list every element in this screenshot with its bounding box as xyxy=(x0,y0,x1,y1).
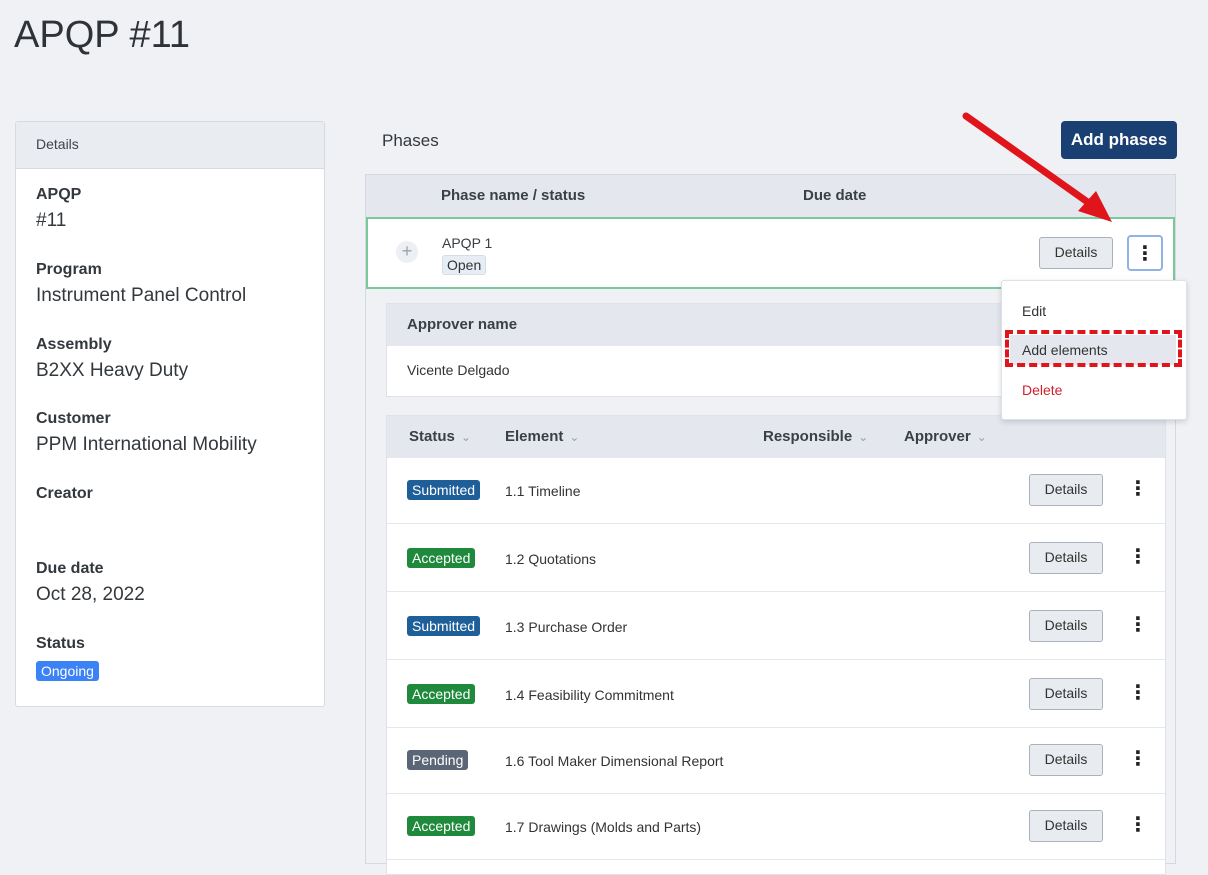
menu-item-edit[interactable]: Edit xyxy=(1002,296,1186,326)
chevron-down-icon: ⌄ xyxy=(858,430,869,444)
field-value: B2XX Heavy Duty xyxy=(36,360,189,381)
column-approver[interactable]: Approver ⌄ xyxy=(904,428,987,445)
field-label: Status xyxy=(36,635,85,652)
field-due-date: Due date Oct 28, 2022 xyxy=(36,560,145,606)
field-value: #11 xyxy=(36,210,67,231)
field-label: Due date xyxy=(36,560,104,577)
phase-details-button[interactable]: Details xyxy=(1039,237,1113,269)
more-options-icon[interactable]: ⋮ xyxy=(1120,540,1156,576)
status-badge: Accepted xyxy=(407,548,476,568)
phase-more-options-icon[interactable]: ⋮ xyxy=(1127,235,1163,271)
chevron-down-icon: ⌄ xyxy=(460,430,471,444)
status-badge: Ongoing xyxy=(36,661,99,681)
status-badge: Accepted xyxy=(407,816,476,836)
element-name: 1.4 Feasibility Commitment xyxy=(505,687,674,703)
element-name: 1.2 Quotations xyxy=(505,551,597,567)
more-options-icon[interactable]: ⋮ xyxy=(1120,808,1156,844)
field-value: Oct 28, 2022 xyxy=(36,584,145,605)
element-name: 1.1 Timeline xyxy=(505,483,581,499)
menu-item-delete[interactable]: Delete xyxy=(1002,375,1186,405)
phases-panel: Phase name / status Due date + APQP 1 Op… xyxy=(365,174,1176,875)
element-details-button[interactable]: Details xyxy=(1029,610,1103,642)
field-value: PPM International Mobility xyxy=(36,434,257,455)
add-phases-button[interactable]: Add phases xyxy=(1061,121,1177,159)
column-responsible[interactable]: Responsible ⌄ xyxy=(763,428,868,445)
chevron-down-icon: ⌄ xyxy=(569,430,580,444)
field-customer: Customer PPM International Mobility xyxy=(36,410,257,456)
element-details-button[interactable]: Details xyxy=(1029,542,1103,574)
column-phase-name-status: Phase name / status xyxy=(441,187,586,204)
element-name: 1.7 Drawings (Molds and Parts) xyxy=(505,819,702,835)
field-label: APQP xyxy=(36,186,82,203)
status-badge: Submitted xyxy=(407,480,481,500)
status-badge: Accepted xyxy=(407,684,476,704)
element-details-button[interactable]: Details xyxy=(1029,474,1103,506)
field-apqp: APQP #11 xyxy=(36,186,81,232)
status-badge: Pending xyxy=(407,750,469,770)
field-label: Program xyxy=(36,261,102,278)
column-element[interactable]: Element ⌄ xyxy=(505,428,579,445)
field-label: Creator xyxy=(36,485,93,502)
element-name: 1.3 Purchase Order xyxy=(505,619,628,635)
table-row: Submitted 1.3 Purchase Order Details ⋮ xyxy=(387,594,1165,660)
expand-plus-icon[interactable]: + xyxy=(396,241,418,263)
element-details-button[interactable]: Details xyxy=(1029,810,1103,842)
field-creator: Creator xyxy=(36,485,93,509)
page-title: APQP #11 xyxy=(14,14,191,56)
table-row: Submitted 1.1 Timeline Details ⋮ xyxy=(387,458,1165,524)
field-value: Instrument Panel Control xyxy=(36,285,247,306)
table-row: Pending 1.6 Tool Maker Dimensional Repor… xyxy=(387,728,1165,794)
field-label: Assembly xyxy=(36,336,112,353)
more-options-icon[interactable]: ⋮ xyxy=(1120,742,1156,778)
field-label: Customer xyxy=(36,410,111,427)
phase-status-badge: Open xyxy=(442,255,487,275)
details-card-header: Details xyxy=(16,122,324,169)
details-card: Details APQP #11 Program Instrument Pane… xyxy=(15,121,325,707)
field-status: Status Ongoing xyxy=(36,635,99,681)
column-status[interactable]: Status ⌄ xyxy=(409,428,471,445)
chevron-down-icon: ⌄ xyxy=(976,430,987,444)
element-details-button[interactable]: Details xyxy=(1029,744,1103,776)
table-row: Accepted 1.2 Quotations Details ⋮ xyxy=(387,526,1165,592)
phase-actions-menu: Edit Add elements Delete xyxy=(1001,280,1187,420)
phases-table-header: Phase name / status Due date xyxy=(366,175,1175,218)
elements-table: Status ⌄ Element ⌄ Responsible ⌄ Approver ⌄ … xyxy=(386,415,1166,875)
table-row: Accepted 1.7 Drawings (Molds and Parts) … xyxy=(387,794,1165,860)
phase-row[interactable]: + APQP 1 Open Details ⋮ xyxy=(366,217,1175,289)
element-details-button[interactable]: Details xyxy=(1029,678,1103,710)
field-program: Program Instrument Panel Control xyxy=(36,261,246,307)
table-row: Accepted 1.4 Feasibility Commitment Deta… xyxy=(387,662,1165,728)
element-name: 1.6 Tool Maker Dimensional Report xyxy=(505,753,724,769)
menu-item-add-elements[interactable]: Add elements xyxy=(1010,335,1176,365)
elements-header: Status ⌄ Element ⌄ Responsible ⌄ Approver ⌄ xyxy=(387,416,1165,458)
more-options-icon[interactable]: ⋮ xyxy=(1120,472,1156,508)
more-options-icon[interactable]: ⋮ xyxy=(1120,608,1156,644)
status-badge: Submitted xyxy=(407,616,481,636)
field-assembly: Assembly B2XX Heavy Duty xyxy=(36,336,188,382)
phases-title: Phases xyxy=(382,131,439,150)
column-due-date: Due date xyxy=(803,187,867,204)
more-options-icon[interactable]: ⋮ xyxy=(1120,676,1156,712)
phase-name: APQP 1 xyxy=(442,235,493,251)
